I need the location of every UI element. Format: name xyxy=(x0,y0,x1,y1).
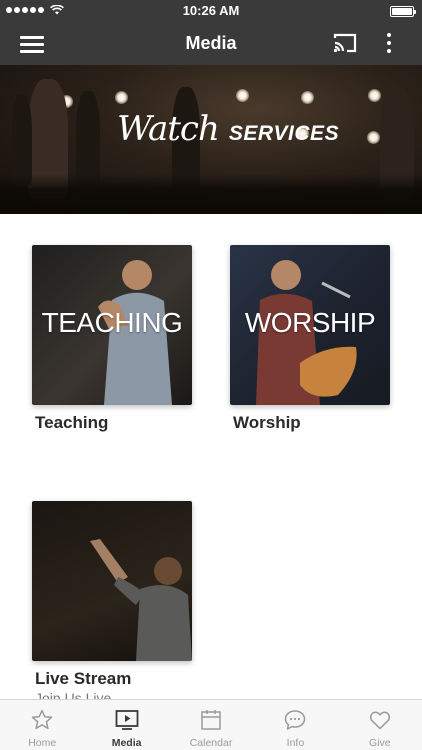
chat-bubble-icon xyxy=(285,710,306,730)
nav-bar: Media xyxy=(0,22,422,65)
play-screen-icon xyxy=(115,710,139,730)
tab-give[interactable]: Give xyxy=(338,700,422,750)
status-bar: 10:26 AM xyxy=(0,0,422,22)
cast-icon[interactable] xyxy=(332,32,358,54)
teaching-thumbnail[interactable]: TEACHING xyxy=(32,245,192,405)
tab-give-label: Give xyxy=(369,737,391,749)
page-title: Media xyxy=(185,33,237,53)
calendar-icon xyxy=(201,710,221,730)
tab-bar: Home Media Calendar Info Give xyxy=(0,699,422,750)
hero-banner[interactable]: Watch SERVICES xyxy=(0,65,422,214)
media-card-teaching[interactable]: TEACHING Teaching xyxy=(32,245,192,432)
tab-info[interactable]: Info xyxy=(253,700,337,750)
singer-silhouette xyxy=(90,539,192,661)
worship-thumbnail[interactable]: WORSHIP xyxy=(230,245,390,405)
tab-home[interactable]: Home xyxy=(0,700,84,750)
hero-title: Watch SERVICES xyxy=(117,109,339,149)
more-options-icon[interactable] xyxy=(382,31,396,55)
status-time: 10:26 AM xyxy=(182,3,240,18)
tab-media-label: Media xyxy=(111,737,142,749)
worship-overlay-text: WORSHIP xyxy=(244,307,376,338)
tab-calendar-label: Calendar xyxy=(189,737,233,749)
teaching-label: Teaching xyxy=(35,413,109,432)
battery-icon xyxy=(390,6,416,17)
menu-icon[interactable] xyxy=(20,36,44,53)
media-card-live-stream[interactable]: Live Stream Join Us Live xyxy=(32,501,192,706)
media-card-worship[interactable]: WORSHIP Worship xyxy=(230,245,390,432)
hero-script-word: Watch xyxy=(117,109,220,149)
worship-label: Worship xyxy=(233,413,301,432)
hero-caps-word: SERVICES xyxy=(228,122,340,145)
live-stream-label: Live Stream xyxy=(35,669,132,688)
tab-media[interactable]: Media xyxy=(84,700,168,750)
tab-home-label: Home xyxy=(28,737,57,749)
live-stream-thumbnail[interactable] xyxy=(32,501,192,661)
crowd-silhouette xyxy=(0,174,422,214)
tab-calendar[interactable]: Calendar xyxy=(169,700,253,750)
tab-info-label: Info xyxy=(286,737,305,749)
star-icon xyxy=(31,709,53,730)
heart-icon xyxy=(369,711,390,730)
teaching-overlay-text: TEACHING xyxy=(41,307,183,338)
